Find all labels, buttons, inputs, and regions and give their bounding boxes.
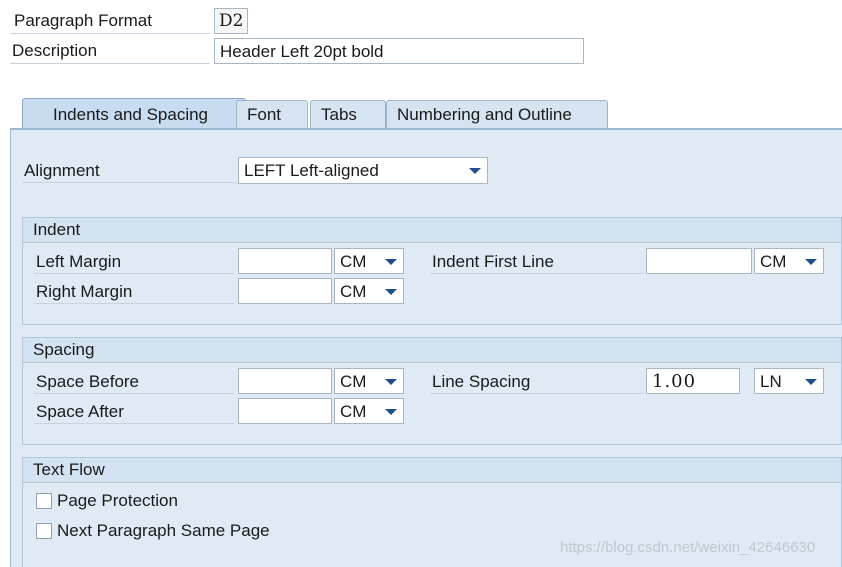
chevron-down-icon[interactable] (385, 379, 397, 385)
tab-tabs[interactable]: Tabs (310, 100, 386, 128)
description-field[interactable]: Header Left 20pt bold (214, 38, 584, 64)
chevron-down-icon[interactable] (805, 259, 817, 265)
chevron-down-icon[interactable] (805, 379, 817, 385)
chevron-down-icon[interactable] (385, 259, 397, 265)
page-protection-label: Page Protection (57, 491, 178, 510)
watermark-text: https://blog.csdn.net/weixin_42646630 (560, 539, 816, 556)
right-margin-unit: CM (340, 282, 367, 301)
space-before-unit-select[interactable]: CM (334, 368, 404, 394)
space-before-unit: CM (340, 372, 367, 391)
alignment-label: Alignment (22, 157, 236, 183)
tab-numbering-and-outline[interactable]: Numbering and Outline (386, 100, 608, 128)
next-paragraph-same-page-checkbox[interactable] (36, 523, 52, 539)
space-before-input[interactable] (238, 368, 332, 394)
line-spacing-label: Line Spacing (430, 368, 644, 394)
paragraph-format-field[interactable]: D2 (214, 8, 248, 34)
spacing-group-title: Spacing (23, 338, 841, 363)
space-after-input[interactable] (238, 398, 332, 424)
chevron-down-icon[interactable] (385, 409, 397, 415)
indent-first-line-input[interactable] (646, 248, 752, 274)
space-after-label: Space After (34, 398, 234, 424)
indent-first-line-unit: CM (760, 252, 787, 271)
left-margin-input[interactable] (238, 248, 332, 274)
right-margin-unit-select[interactable]: CM (334, 278, 404, 304)
alignment-select[interactable]: LEFT Left-aligned (238, 157, 488, 184)
space-before-label: Space Before (34, 368, 234, 394)
tab-font[interactable]: Font (236, 100, 308, 128)
left-margin-label: Left Margin (34, 248, 234, 274)
indent-first-line-label: Indent First Line (430, 248, 644, 274)
tab-strip: Indents and Spacing Font Tabs Numbering … (10, 98, 842, 130)
indent-first-line-unit-select[interactable]: CM (754, 248, 824, 274)
text-flow-group-title: Text Flow (23, 458, 841, 483)
space-after-unit: CM (340, 402, 367, 421)
left-margin-unit: CM (340, 252, 367, 271)
right-margin-label: Right Margin (34, 278, 234, 304)
line-spacing-unit: LN (760, 372, 782, 391)
chevron-down-icon[interactable] (469, 168, 481, 174)
next-paragraph-same-page-label: Next Paragraph Same Page (57, 521, 270, 540)
left-margin-unit-select[interactable]: CM (334, 248, 404, 274)
space-after-unit-select[interactable]: CM (334, 398, 404, 424)
description-label: Description (10, 38, 210, 64)
tab-indents-and-spacing[interactable]: Indents and Spacing (22, 98, 246, 130)
paragraph-format-label: Paragraph Format (10, 8, 210, 34)
indent-group-title: Indent (23, 218, 841, 243)
line-spacing-input[interactable]: 1.00 (646, 368, 740, 394)
alignment-value: LEFT Left-aligned (244, 161, 379, 180)
right-margin-input[interactable] (238, 278, 332, 304)
chevron-down-icon[interactable] (385, 289, 397, 295)
line-spacing-unit-select[interactable]: LN (754, 368, 824, 394)
page-protection-checkbox[interactable] (36, 493, 52, 509)
